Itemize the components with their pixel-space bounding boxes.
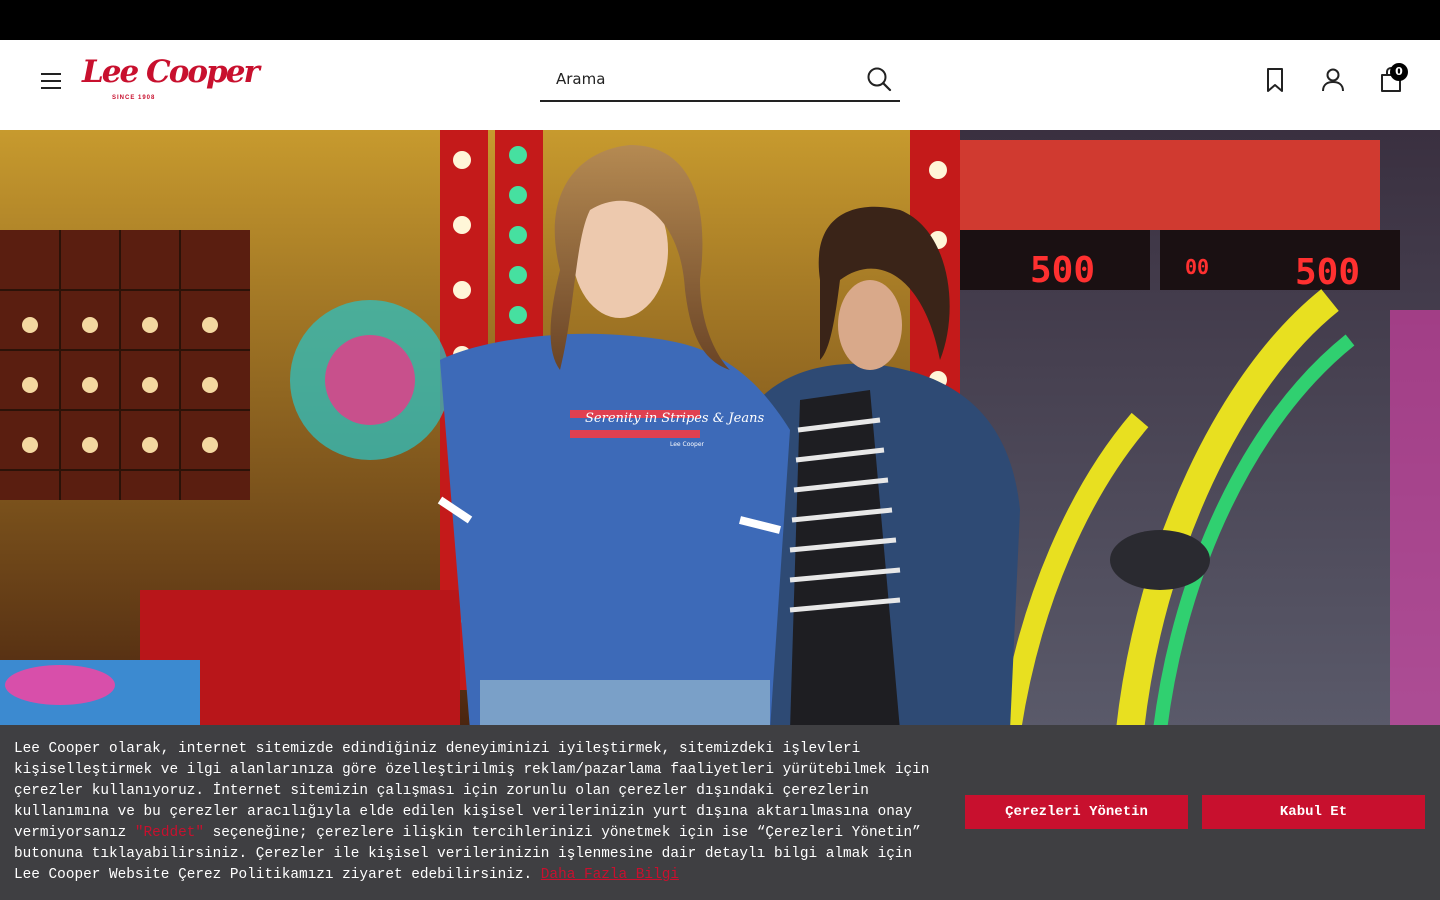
site-header: Lee Cooper SINCE 1908 0 bbox=[0, 40, 1440, 130]
logo-wordmark: Lee Cooper bbox=[82, 54, 260, 90]
cookie-consent-text: Lee Cooper olarak, internet sitemizde ed… bbox=[14, 739, 944, 886]
manage-cookies-button[interactable]: Çerezleri Yönetin bbox=[965, 795, 1188, 829]
bookmark-icon[interactable] bbox=[1262, 66, 1288, 94]
accept-cookies-button[interactable]: Kabul Et bbox=[1202, 795, 1425, 829]
hero-banner-image[interactable]: 500 00 500 Serenity in Stripes & Jeans L… bbox=[0, 130, 1440, 730]
top-bar bbox=[0, 0, 1440, 40]
right-score-display: 500 bbox=[1295, 252, 1360, 293]
cookie-consent-banner: Lee Cooper olarak, internet sitemizde ed… bbox=[0, 725, 1440, 900]
cart-count-badge: 0 bbox=[1390, 63, 1408, 81]
tshirt-print-text: Serenity in Stripes & Jeans bbox=[585, 411, 764, 426]
search-input[interactable] bbox=[540, 60, 856, 98]
small-score-display: 00 bbox=[1185, 255, 1209, 279]
logo-tagline: SINCE 1908 bbox=[112, 95, 156, 101]
left-score-display: 500 bbox=[1030, 250, 1095, 291]
hamburger-menu-icon[interactable] bbox=[38, 68, 64, 94]
reject-option-text: "Reddet" bbox=[134, 825, 204, 841]
brand-logo[interactable]: Lee Cooper SINCE 1908 bbox=[82, 54, 260, 106]
more-info-link[interactable]: Daha Fazla Bilgi bbox=[541, 867, 679, 883]
user-icon[interactable] bbox=[1320, 66, 1346, 94]
search-icon[interactable] bbox=[866, 66, 892, 92]
search-bar bbox=[540, 60, 900, 102]
tshirt-brand-text: Lee Cooper bbox=[670, 441, 705, 448]
hero-illustration: 500 00 500 Serenity in Stripes & Jeans L… bbox=[0, 130, 1440, 730]
